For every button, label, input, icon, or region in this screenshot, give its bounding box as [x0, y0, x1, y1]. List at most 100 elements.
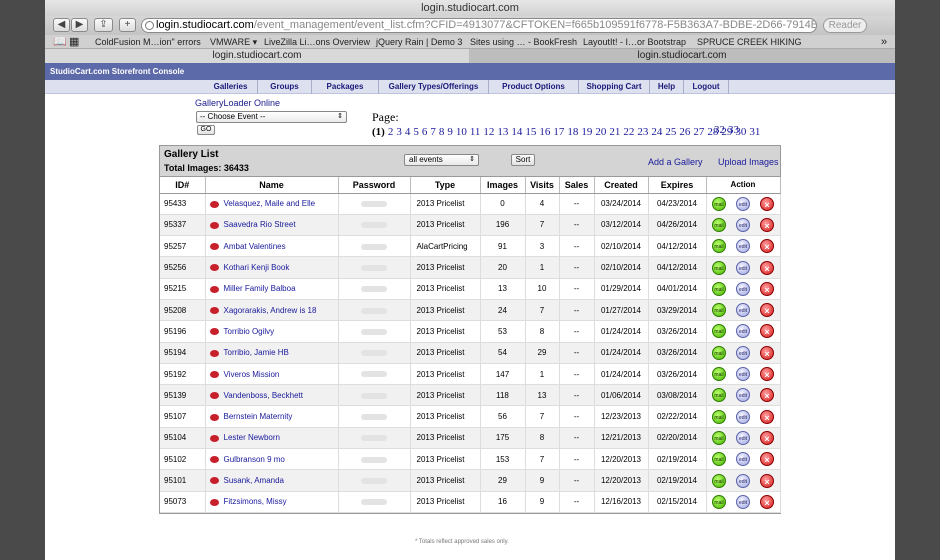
page-link[interactable]: 7 [430, 126, 436, 138]
page-link[interactable]: 26 [679, 126, 690, 138]
mail-button[interactable]: mail [712, 196, 726, 211]
page-link[interactable]: 5 [413, 126, 419, 138]
gallery-name-link[interactable]: Miller Family Balboa [224, 284, 296, 293]
book-icon[interactable]: 📖 [53, 35, 67, 49]
delete-button[interactable]: × [760, 260, 774, 275]
sort-button[interactable]: Sort [511, 154, 535, 166]
cell-name[interactable]: Fitzsimons, Missy [205, 491, 339, 513]
gallery-name-link[interactable]: Torribio Ogilvy [224, 327, 275, 336]
go-button[interactable]: GO [197, 125, 215, 135]
gallery-name-link[interactable]: Bernstein Maternity [224, 412, 293, 421]
cell-name[interactable]: Viveros Mission [205, 363, 339, 386]
page-link[interactable]: 3 [396, 126, 402, 138]
event-select[interactable]: -- Choose Event -- ⇕ [196, 111, 347, 123]
cell-name[interactable]: Ambat Valentines [205, 235, 339, 258]
reader-button[interactable]: Reader [823, 18, 867, 33]
new-tab-button[interactable]: + [119, 18, 136, 32]
edit-button[interactable]: edit [736, 303, 750, 318]
cell-name[interactable]: Lester Newborn [205, 427, 339, 450]
page-link[interactable]: 6 [422, 126, 428, 138]
gallery-name-link[interactable]: Vandenboss, Beckhett [224, 391, 303, 400]
event-filter-select[interactable]: all events ⇕ [404, 154, 479, 166]
page-link[interactable]: 9 [447, 126, 453, 138]
gallery-name-link[interactable]: Viveros Mission [224, 370, 280, 379]
gallery-name-link[interactable]: Gulbranson 9 mo [224, 455, 285, 464]
edit-button[interactable]: edit [736, 345, 750, 360]
address-bar[interactable]: login.studiocart.com/event_management/ev… [141, 18, 817, 33]
page-link[interactable]: 32 [714, 124, 725, 136]
delete-button[interactable]: × [760, 473, 774, 488]
nav-gallery-types[interactable]: Gallery Types/Offerings [379, 80, 489, 94]
page-link[interactable]: 19 [581, 126, 592, 138]
page-link[interactable]: 27 [693, 126, 704, 138]
nav-product-options[interactable]: Product Options [489, 80, 579, 94]
delete-button[interactable]: × [760, 430, 774, 445]
delete-button[interactable]: × [760, 388, 774, 403]
cell-name[interactable]: Miller Family Balboa [205, 278, 339, 300]
mail-button[interactable]: mail [712, 452, 726, 467]
cell-name[interactable]: Saavedra Rio Street [205, 214, 339, 237]
delete-button[interactable]: × [760, 367, 774, 382]
mail-button[interactable]: mail [712, 430, 726, 445]
edit-button[interactable]: edit [736, 239, 750, 254]
cell-name[interactable]: Susank, Amanda [205, 469, 339, 492]
cell-name[interactable]: Vandenboss, Beckhett [205, 384, 339, 407]
mail-button[interactable]: mail [712, 473, 726, 488]
cell-name[interactable]: Torribio, Jamie HB [205, 342, 339, 364]
nav-shopping-cart[interactable]: Shopping Cart [579, 80, 650, 94]
bookmark-item[interactable]: LayoutIt! - I…or Bootstrap [583, 35, 686, 49]
mail-button[interactable]: mail [712, 260, 726, 275]
page-link[interactable]: 21 [609, 126, 620, 138]
page-link[interactable]: 15 [525, 126, 536, 138]
delete-button[interactable]: × [760, 281, 774, 296]
delete-button[interactable]: × [760, 303, 774, 318]
mail-button[interactable]: mail [712, 494, 726, 509]
page-link[interactable]: 22 [623, 126, 634, 138]
mail-button[interactable]: mail [712, 324, 726, 339]
page-link[interactable]: 12 [483, 126, 494, 138]
page-link[interactable]: 13 [497, 126, 508, 138]
edit-button[interactable]: edit [736, 473, 750, 488]
page-link[interactable]: 24 [651, 126, 662, 138]
edit-button[interactable]: edit [736, 196, 750, 211]
forward-button[interactable]: ▶ [71, 18, 88, 32]
page-link[interactable]: 23 [637, 126, 648, 138]
edit-button[interactable]: edit [736, 260, 750, 275]
edit-button[interactable]: edit [736, 217, 750, 232]
page-link[interactable]: 16 [539, 126, 550, 138]
edit-button[interactable]: edit [736, 494, 750, 509]
edit-button[interactable]: edit [736, 281, 750, 296]
edit-button[interactable]: edit [736, 367, 750, 382]
add-gallery-link[interactable]: Add a Gallery [648, 157, 703, 167]
cell-name[interactable]: Gulbranson 9 mo [205, 448, 339, 471]
delete-button[interactable]: × [760, 217, 774, 232]
galleryloader-link[interactable]: GalleryLoader Online [195, 98, 280, 108]
cell-name[interactable]: Torribio Ogilvy [205, 320, 339, 343]
cell-name[interactable]: Xagorarakis, Andrew is 18 [205, 299, 339, 322]
gallery-name-link[interactable]: Kothari Kenji Book [224, 263, 290, 272]
edit-button[interactable]: edit [736, 430, 750, 445]
nav-help[interactable]: Help [650, 80, 684, 94]
mail-button[interactable]: mail [712, 239, 726, 254]
delete-button[interactable]: × [760, 494, 774, 509]
bookmark-item[interactable]: jQuery Rain | Demo 3 [376, 35, 462, 49]
page-link[interactable]: 20 [595, 126, 606, 138]
bookmark-item[interactable]: VMWARE ▾ [210, 35, 257, 49]
share-button[interactable]: ⇪ [94, 18, 113, 32]
bookmark-item[interactable]: Sites using … - BookFresh [470, 35, 577, 49]
bookmark-item[interactable]: SPRUCE CREEK HIKING [697, 35, 802, 49]
page-link[interactable]: 11 [470, 126, 481, 138]
chevron-right-icon[interactable]: » [881, 35, 887, 49]
mail-button[interactable]: mail [712, 303, 726, 318]
edit-button[interactable]: edit [736, 409, 750, 424]
mail-button[interactable]: mail [712, 217, 726, 232]
page-link[interactable]: 14 [511, 126, 522, 138]
page-link[interactable]: 17 [553, 126, 564, 138]
edit-button[interactable]: edit [736, 388, 750, 403]
upload-images-link[interactable]: Upload Images [718, 157, 779, 167]
mail-button[interactable]: mail [712, 345, 726, 360]
delete-button[interactable]: × [760, 196, 774, 211]
delete-button[interactable]: × [760, 345, 774, 360]
nav-logout[interactable]: Logout [684, 80, 729, 94]
mail-button[interactable]: mail [712, 281, 726, 296]
